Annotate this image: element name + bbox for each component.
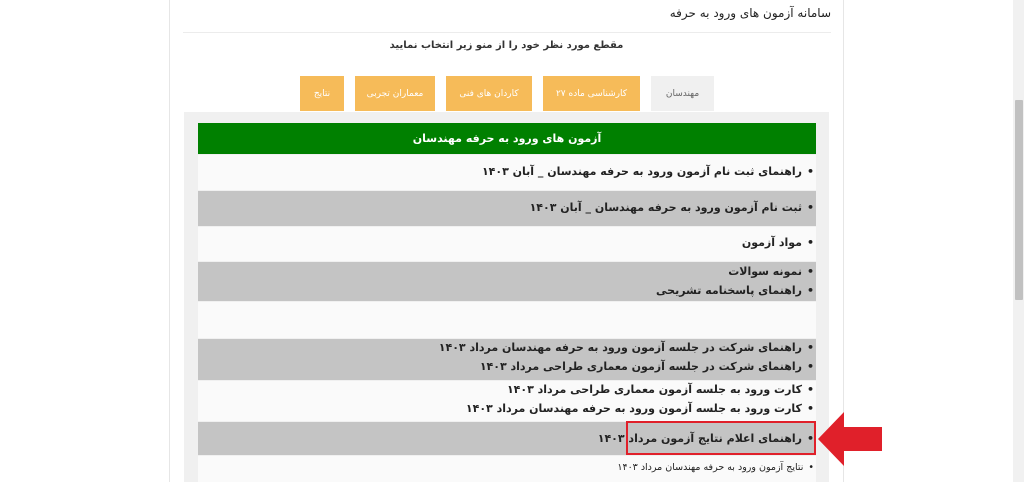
list-item-exam-subjects[interactable]: مواد آزمون: [742, 236, 814, 250]
list-item-entry-card-architecture[interactable]: کارت ورود به جلسه آزمون معماری طراحی مرد…: [507, 383, 814, 397]
instruction-text: مقطع مورد نظر خود را از منو زیر انتخاب ن…: [389, 40, 624, 51]
scrollbar-thumb[interactable]: [1015, 100, 1023, 300]
list-item-sample-questions[interactable]: نمونه سوالات: [728, 265, 814, 279]
tab-technicians[interactable]: کاردان های فنی: [446, 76, 532, 111]
tab-experimental-architects[interactable]: معماران تجربی: [355, 76, 435, 111]
pointer-arrow-icon: [818, 412, 882, 466]
tab-article-27-experts[interactable]: کارشناسی ماده ۲۷: [543, 76, 640, 111]
list-item-entry-card-engineers[interactable]: کارت ورود به جلسه آزمون ورود به حرفه مهن…: [466, 402, 814, 416]
tab-results[interactable]: نتایج: [300, 76, 344, 111]
list-item-session-guide-architecture[interactable]: راهنمای شرکت در جلسه آزمون معماری طراحی …: [480, 360, 814, 374]
list-item-exam-results[interactable]: نتایج آزمون ورود به حرفه مهندسان مرداد ۱…: [617, 461, 814, 475]
list-item-answer-sheet-guide[interactable]: راهنمای پاسخنامه تشریحی: [656, 284, 814, 298]
site-title: سامانه آزمون های ورود به حرفه: [669, 6, 831, 20]
tab-engineers[interactable]: مهندسان: [651, 76, 714, 111]
list-row-5: [198, 302, 816, 338]
title-divider: [183, 32, 831, 33]
highlight-box: [626, 421, 816, 455]
list-row-3: [198, 227, 816, 261]
list-item-session-guide-engineers[interactable]: راهنمای شرکت در جلسه آزمون ورود به حرفه …: [439, 341, 814, 355]
list-item-registration[interactable]: ثبت نام آزمون ورود به حرفه مهندسان _ آبا…: [530, 201, 814, 215]
panel-header: آزمون های ورود به حرفه مهندسان: [198, 123, 816, 154]
list-item-registration-guide[interactable]: راهنمای ثبت نام آزمون ورود به حرفه مهندس…: [482, 165, 814, 179]
